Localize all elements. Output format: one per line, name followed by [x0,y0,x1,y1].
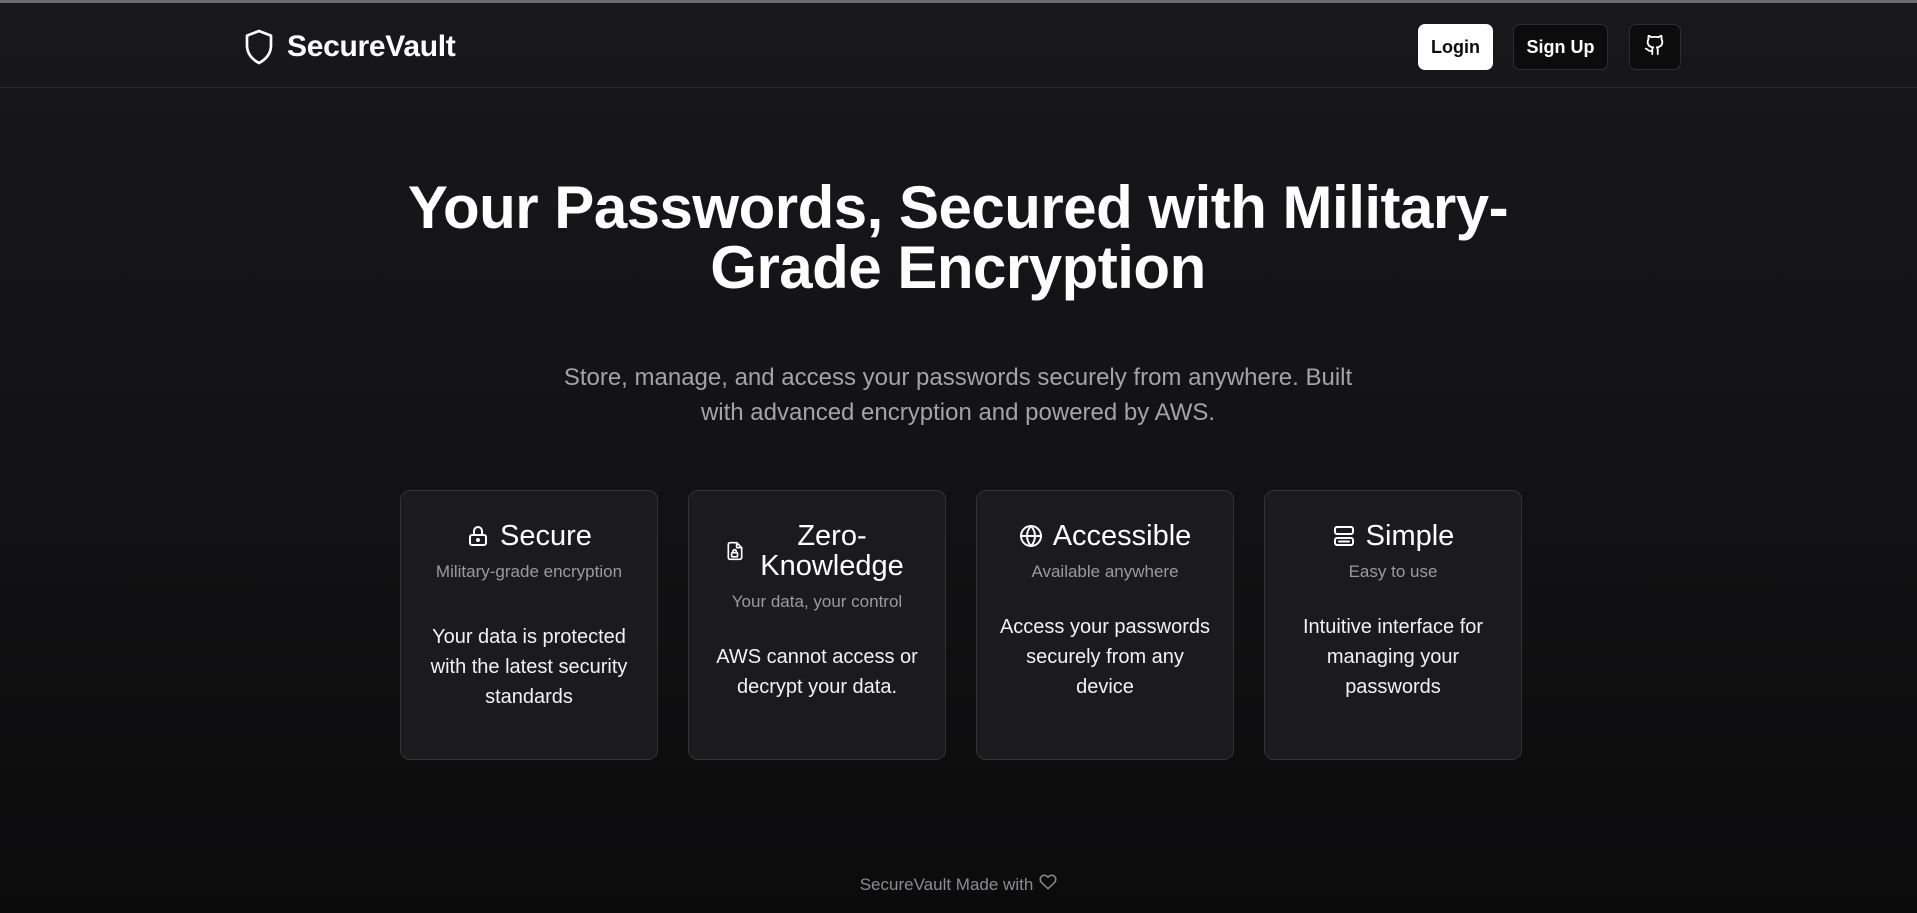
page: SecureVault Login Sign Up Your Passwords… [0,0,1917,913]
card-description: Your data is protected with the latest s… [430,626,628,708]
card-subtitle: Your data, your control [731,592,903,611]
feature-card-secure: Secure Military-grade encryption Your da… [400,490,658,760]
feature-cards: Secure Military-grade encryption Your da… [400,490,1522,760]
feature-card-simple: Simple Easy to use Intuitive interface f… [1264,490,1522,760]
header-nav: Login Sign Up [1418,24,1681,70]
feature-card-zero-knowledge: Zero-Knowledge Your data, your control A… [688,490,946,760]
site-footer: SecureVault Made with [0,873,1917,896]
card-description: AWS cannot access or decrypt your data. [716,646,918,698]
sign-up-button[interactable]: Sign Up [1513,24,1608,70]
globe-icon [1019,524,1043,548]
footer-text: SecureVault Made with [859,874,1034,894]
card-title: Simple [1365,520,1455,552]
card-header: Simple [1287,521,1499,551]
shield-icon [243,28,275,66]
heart-icon [1039,873,1057,896]
card-header: Secure [423,521,635,551]
feature-card-accessible: Accessible Available anywhere Access you… [976,490,1234,760]
file-lock-icon [725,540,745,562]
github-button[interactable] [1629,24,1681,70]
card-header: Accessible [999,521,1211,551]
card-header: Zero-Knowledge [711,521,923,581]
card-title: Accessible [1052,520,1192,552]
site-header: SecureVault Login Sign Up [0,3,1917,88]
login-button[interactable]: Login [1418,24,1493,70]
card-description: Access your passwords securely from any … [999,616,1211,698]
server-icon [1332,524,1356,548]
card-description: Intuitive interface for managing your pa… [1302,616,1484,698]
hero-title: Your Passwords, Secured with Military-Gr… [407,174,1509,301]
card-title: Secure [500,520,592,552]
card-title: Zero-Knowledge [760,520,904,582]
card-subtitle: Easy to use [1348,562,1438,581]
brand-logo[interactable]: SecureVault [243,28,456,66]
card-subtitle: Available anywhere [1031,562,1179,581]
card-subtitle: Military-grade encryption [435,562,623,581]
hero-subtitle: Store, manage, and access your passwords… [563,364,1353,426]
github-icon [1644,34,1666,61]
brand-name: SecureVault [287,30,456,63]
lock-icon [466,524,490,548]
